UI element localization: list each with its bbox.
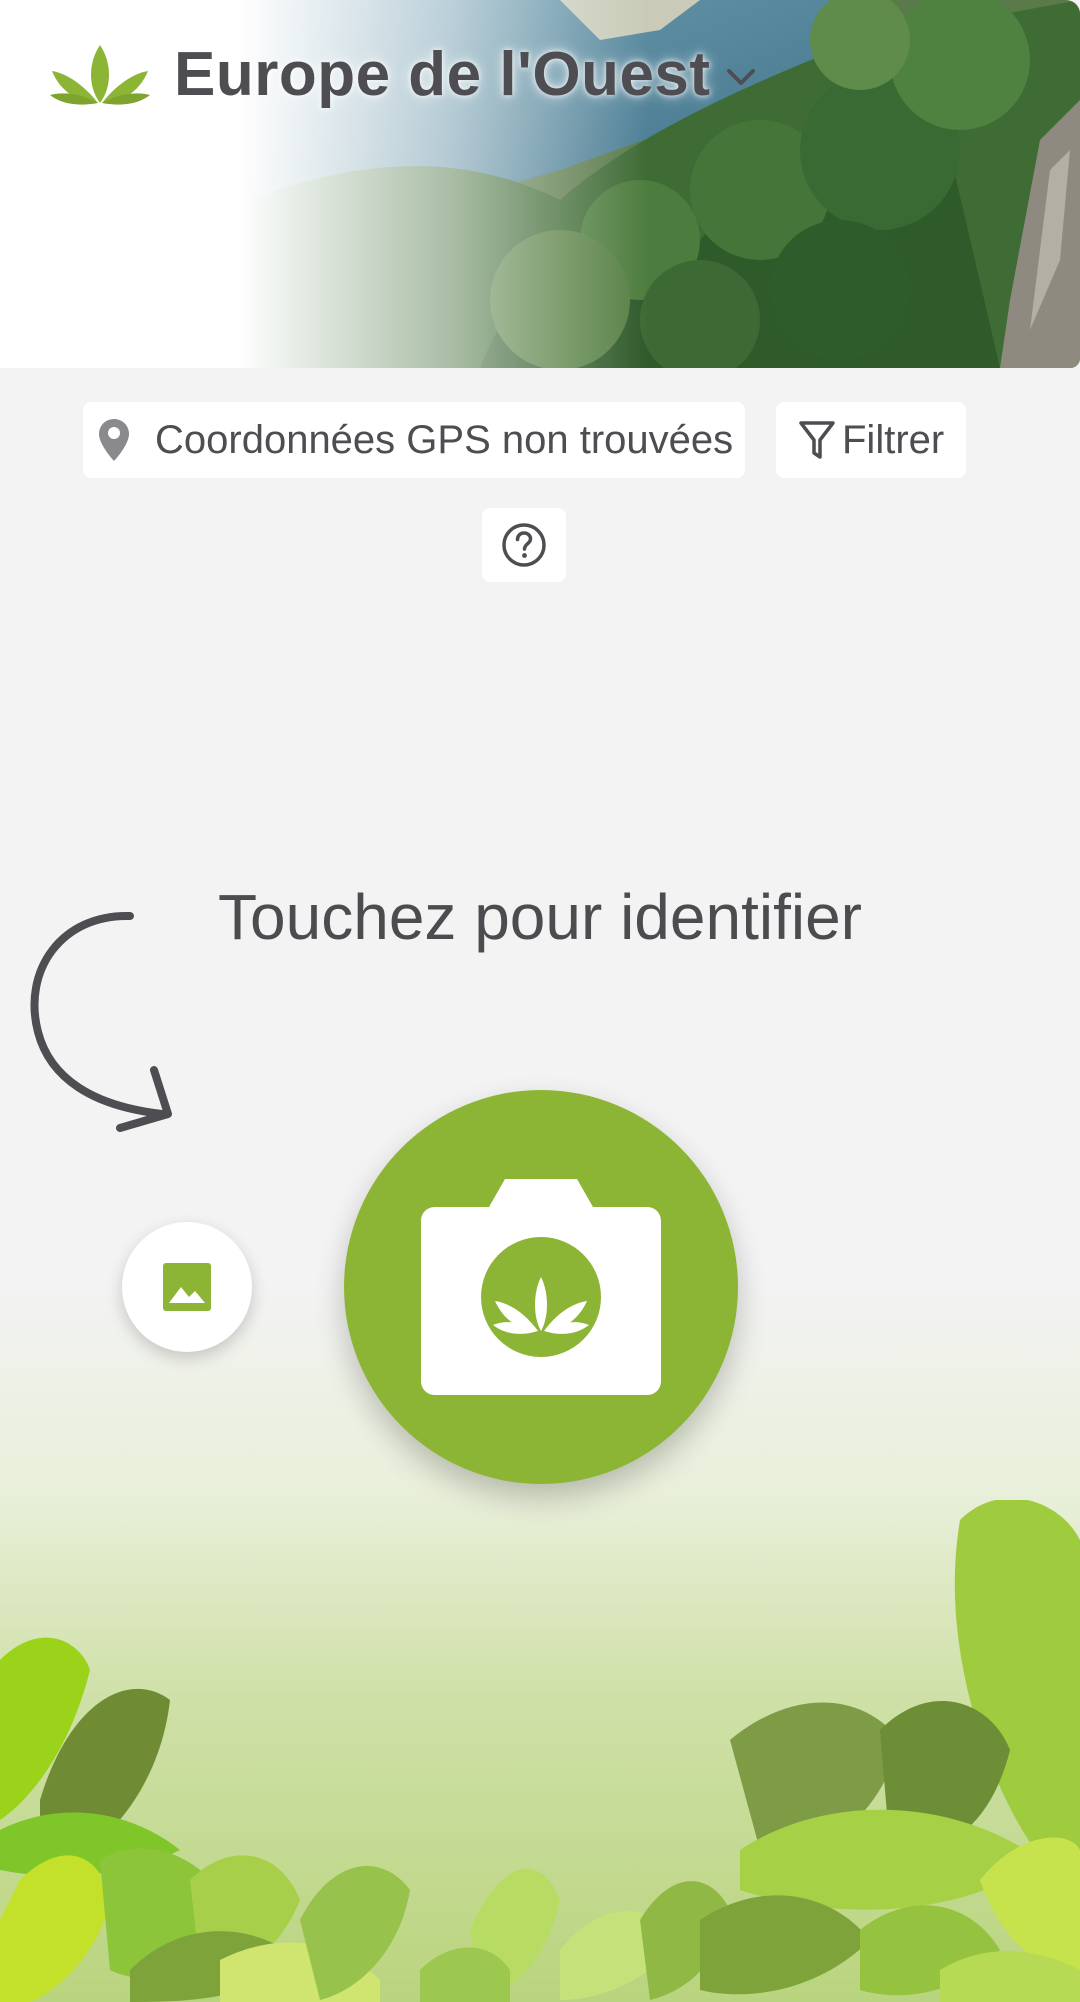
gps-status-text: Coordonnées GPS non trouvées	[155, 417, 734, 462]
gps-location-chip[interactable]: Coordonnées GPS non trouvées	[83, 402, 745, 478]
plantnet-leaf-logo-icon	[50, 45, 150, 105]
header-banner: Europe de l'Ouest	[0, 0, 1080, 368]
region-title[interactable]: Europe de l'Ouest	[174, 39, 711, 110]
filter-button[interactable]: Filtrer	[776, 402, 966, 478]
filter-label: Filtrer	[842, 417, 945, 462]
region-selector[interactable]: Europe de l'Ouest	[48, 32, 759, 116]
decorative-foliage	[0, 1500, 1080, 2002]
question-circle-icon	[502, 523, 546, 567]
chevron-down-icon[interactable]	[723, 59, 759, 95]
image-gallery-icon	[163, 1263, 211, 1311]
curved-arrow-icon	[30, 911, 172, 1132]
camera-leaf-icon	[421, 1179, 661, 1395]
camera-identify-button[interactable]	[344, 1090, 738, 1484]
funnel-icon	[799, 421, 835, 459]
identify-screen: Europe de l'Ouest Coordonnées GPS non tr…	[0, 0, 1080, 2002]
help-button[interactable]	[482, 508, 566, 582]
location-pin-icon	[99, 419, 129, 461]
gallery-button[interactable]	[122, 1222, 252, 1352]
